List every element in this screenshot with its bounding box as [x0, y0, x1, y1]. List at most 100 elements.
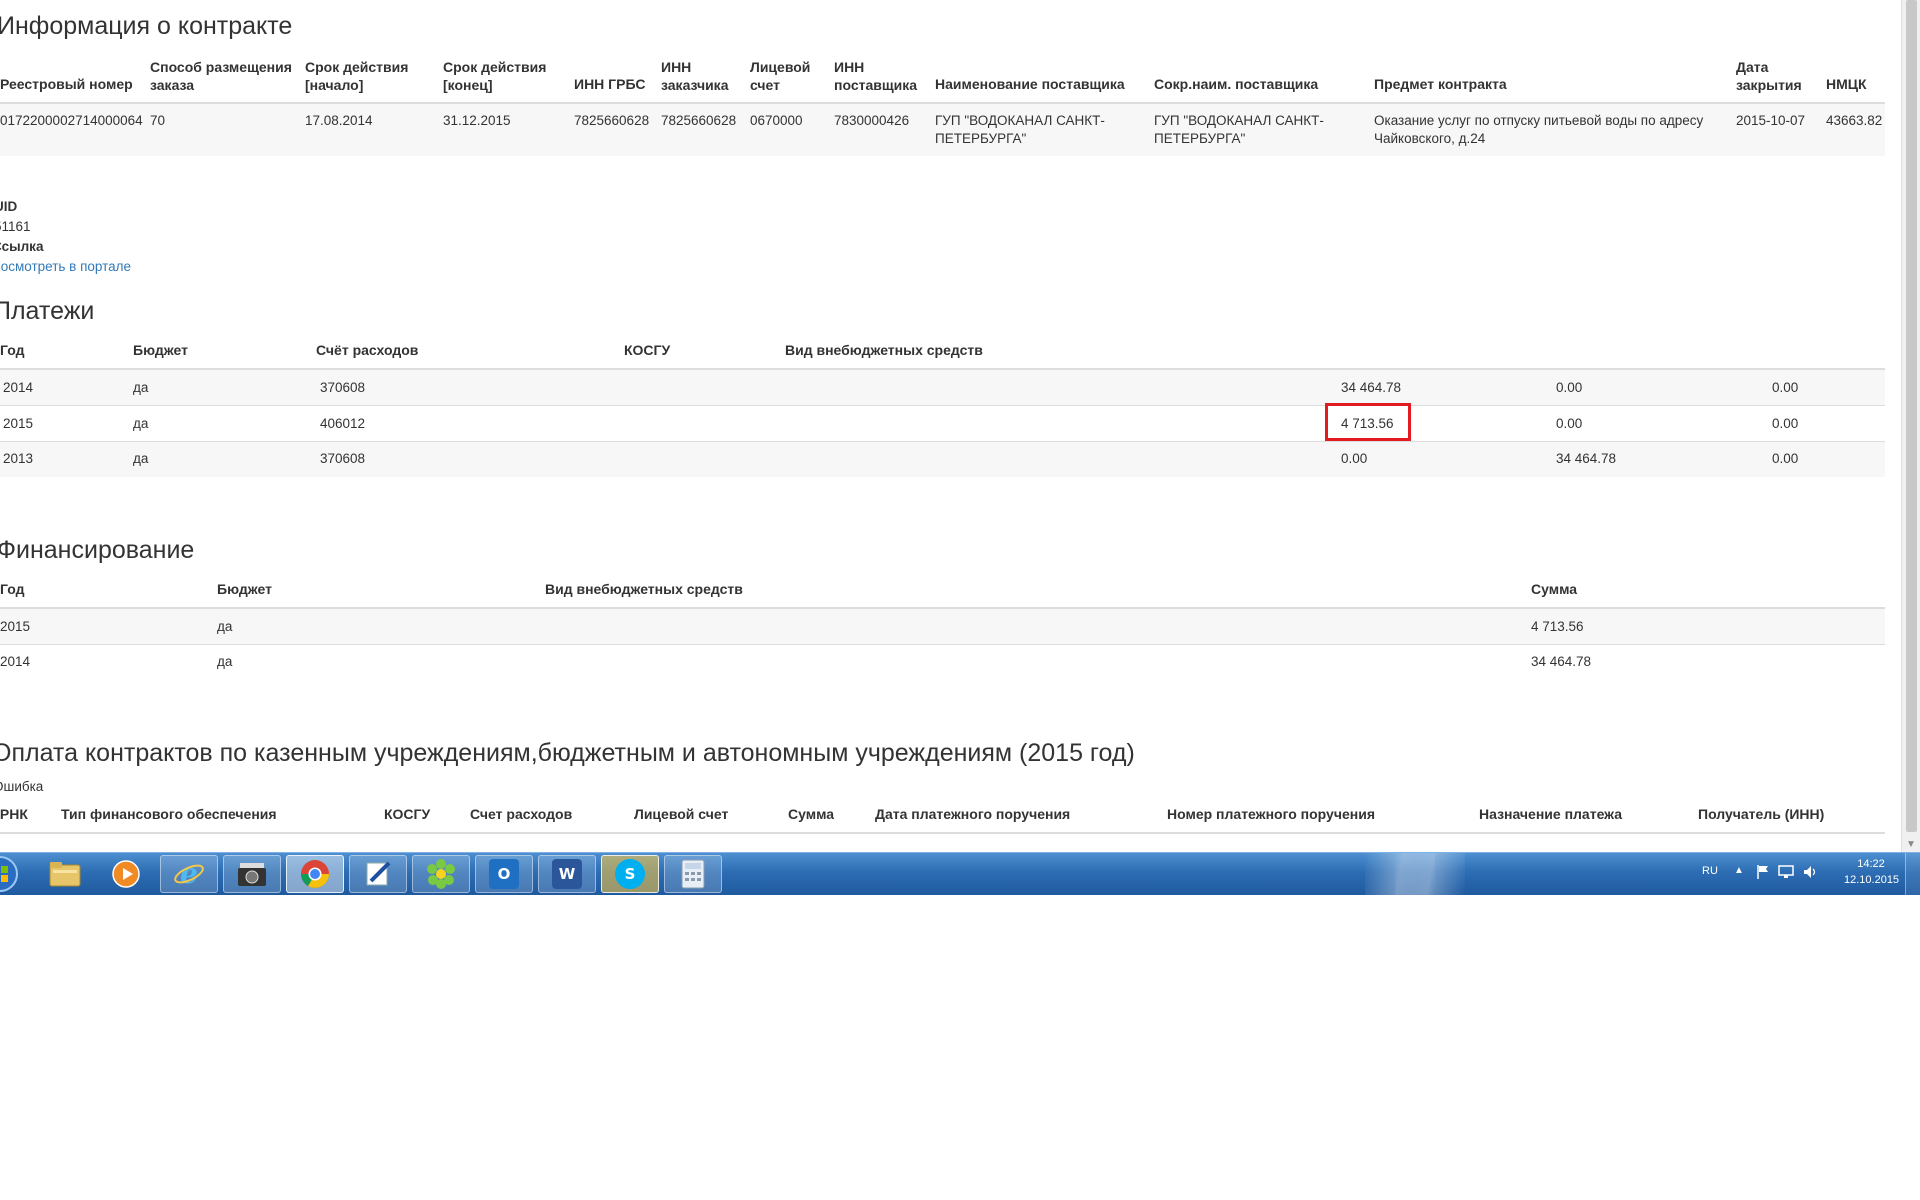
film-camera-icon — [238, 863, 266, 886]
start-button[interactable] — [0, 855, 22, 893]
financing-title: Финансирование — [0, 536, 195, 564]
cell-term-end: 31.12.2015 — [443, 113, 511, 128]
cell-placement-method: 70 — [150, 113, 166, 128]
taskbar-explorer[interactable] — [36, 855, 94, 893]
network-icon[interactable] — [1778, 865, 1794, 882]
col-placement-method: Способ размещения заказа — [150, 59, 292, 93]
cell-year: 2014 — [3, 380, 34, 395]
uid-value: 51161 — [0, 219, 31, 234]
cell-year: 2013 — [3, 451, 34, 466]
col-inn-customer: ИНН заказчика — [661, 59, 729, 93]
portal-link[interactable]: Посмотреть в портале — [0, 259, 131, 274]
col-term-start: Срок действия [начало] — [305, 59, 409, 93]
cell-sum: 34 464.78 — [1531, 654, 1592, 669]
col-year: Год — [0, 342, 25, 358]
col-registry-number: Реестровый номер — [0, 76, 133, 92]
col-close-date: Дата закрытия — [1736, 59, 1802, 93]
table-row: 2015 да 4 713.56 — [0, 609, 1885, 644]
action-center-flag-icon[interactable] — [1756, 864, 1770, 883]
notepad-pen-icon — [366, 861, 391, 886]
cell-amount-1: 34 464.78 — [1341, 380, 1402, 395]
taskbar-skype[interactable]: S — [601, 855, 659, 893]
cell-expense-account: 370608 — [320, 380, 366, 395]
uid-label: UID — [0, 199, 18, 214]
col-payment-purpose: Назначение платежа — [1479, 806, 1623, 822]
clock[interactable]: 14:22 12.10.2015 — [1844, 858, 1899, 886]
taskbar-word[interactable]: W — [538, 855, 596, 893]
cell-amount-3: 0.00 — [1772, 380, 1799, 395]
contract-row: 0172200002714000064 70 17.08.2014 31.12.… — [0, 104, 1885, 156]
header-divider — [0, 832, 1885, 834]
table-row: 2014 да 370608 34 464.78 0.00 0.00 — [0, 370, 1885, 405]
cell-contract-subject: Оказание услуг по отпуску питьевой воды … — [1374, 113, 1704, 146]
cell-budget: да — [133, 380, 149, 395]
col-year: Год — [0, 581, 25, 597]
cell-inn-supplier: 7830000426 — [834, 113, 910, 128]
cell-amount-2: 0.00 — [1556, 416, 1583, 431]
language-indicator[interactable]: RU — [1702, 865, 1718, 877]
col-grnk: ГРНК — [0, 806, 28, 822]
col-budget: Бюджет — [133, 342, 188, 358]
internet-explorer-icon: e — [174, 858, 204, 890]
cell-year: 2014 — [0, 654, 31, 669]
cell-supplier-name: ГУП "ВОДОКАНАЛ САНКТ- ПЕТЕРБУРГА" — [935, 113, 1105, 146]
cell-supplier-short-name: ГУП "ВОДОКАНАЛ САНКТ- ПЕТЕРБУРГА" — [1154, 113, 1324, 146]
page-content: Информация о контракте Реестровый номер … — [0, 0, 1887, 852]
col-personal-account: Лицевой счет — [750, 59, 811, 93]
media-player-icon — [112, 860, 140, 888]
windows-logo-icon — [0, 856, 18, 892]
col-inn-supplier: ИНН поставщика — [834, 59, 918, 93]
taskbar-ie[interactable]: e — [160, 855, 218, 893]
cell-budget: да — [217, 619, 233, 634]
col-supplier-short-name: Сокр.наим. поставщика — [1154, 76, 1319, 92]
col-offbudget-type: Вид внебюджетных средств — [785, 342, 983, 358]
cell-amount-1: 0.00 — [1341, 451, 1368, 466]
col-kosgu: КОСГУ — [384, 806, 431, 822]
taskbar-media-player[interactable] — [97, 855, 155, 893]
outlook-icon: O — [489, 859, 519, 889]
clock-time: 14:22 — [1857, 858, 1885, 870]
col-sum: Сумма — [1531, 581, 1578, 597]
show-hidden-icons[interactable]: ▲ — [1734, 865, 1744, 876]
highlight-box — [1325, 403, 1411, 441]
show-desktop-button[interactable] — [1905, 853, 1920, 895]
scrollbar-thumb[interactable] — [1906, 0, 1917, 832]
contract-info-title: Информация о контракте — [0, 12, 293, 40]
col-payment-order-date: Дата платежного поручения — [875, 806, 1071, 822]
taskbar-decoration — [1395, 853, 1465, 895]
taskbar-editor[interactable] — [349, 855, 407, 893]
col-inn-grbs: ИНН ГРБС — [574, 76, 646, 92]
taskbar: e O W S RU ▲ 14:22 12.10.2015 — [0, 852, 1920, 895]
col-payment-order-number: Номер платежного поручения — [1167, 806, 1375, 822]
col-offbudget-type: Вид внебюджетных средств — [545, 581, 743, 597]
cell-year: 2015 — [0, 619, 31, 634]
col-kosgu: КОСГУ — [624, 342, 671, 358]
taskbar-movie-maker[interactable] — [223, 855, 281, 893]
calculator-icon — [681, 859, 705, 889]
taskbar-icq[interactable] — [412, 855, 470, 893]
taskbar-calculator[interactable] — [664, 855, 722, 893]
taskbar-outlook[interactable]: O — [475, 855, 533, 893]
cell-amount-2: 0.00 — [1556, 380, 1583, 395]
cell-amount-3: 0.00 — [1772, 416, 1799, 431]
clock-date: 12.10.2015 — [1844, 874, 1900, 886]
contract-payments-title: Оплата контрактов по казенным учреждения… — [0, 739, 1135, 767]
volume-icon[interactable] — [1802, 864, 1818, 883]
taskbar-chrome[interactable] — [286, 855, 344, 893]
cell-close-date: 2015-10-07 — [1736, 113, 1806, 128]
vertical-scrollbar[interactable]: ▼ — [1901, 0, 1920, 852]
link-label: Ссылка — [0, 239, 44, 254]
cell-budget: да — [133, 416, 149, 431]
cell-budget: да — [133, 451, 149, 466]
cell-personal-account: 0670000 — [750, 113, 803, 128]
table-row: 2014 да 34 464.78 — [0, 645, 1885, 680]
table-row: 2013 да 370608 0.00 34 464.78 0.00 — [0, 442, 1885, 477]
icq-flower-icon — [427, 859, 455, 889]
payments-title: Платежи — [0, 297, 95, 325]
col-term-end: Срок действия [конец] — [443, 59, 547, 93]
col-budget: Бюджет — [217, 581, 272, 597]
skype-icon: S — [615, 859, 645, 889]
scroll-down-icon[interactable]: ▼ — [1906, 839, 1916, 850]
error-message: Ошибка — [0, 779, 44, 794]
cell-amount-2: 34 464.78 — [1556, 451, 1617, 466]
